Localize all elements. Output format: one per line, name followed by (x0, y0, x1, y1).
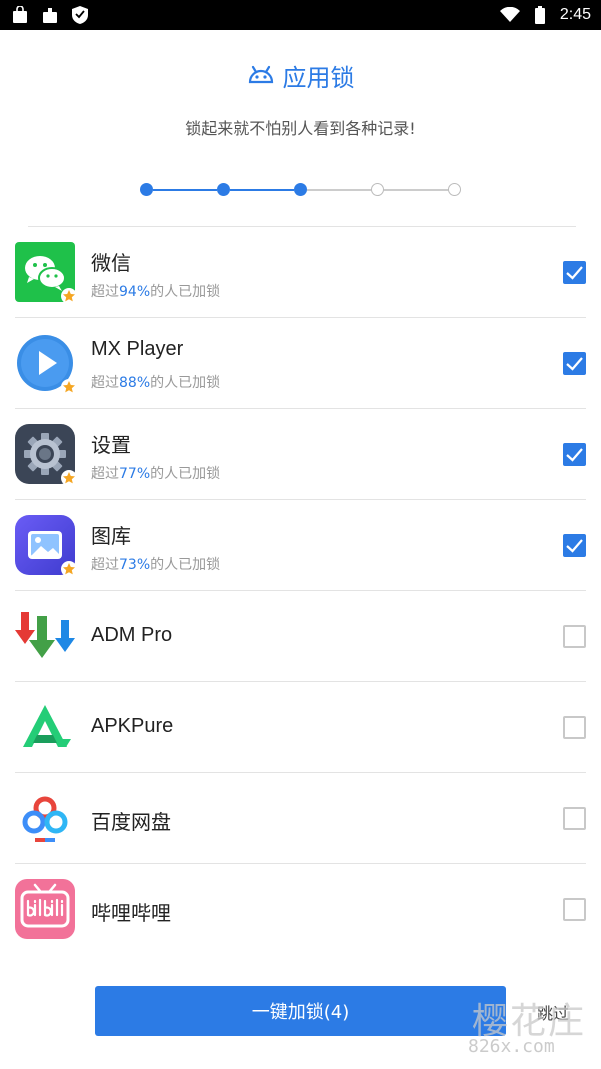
check-icon (566, 357, 583, 371)
status-system: 2:45 (499, 5, 591, 25)
adm-pro-icon (15, 606, 75, 666)
stat-prefix: 超过 (91, 375, 119, 391)
bilibili-icon (15, 879, 75, 939)
star-icon (61, 470, 77, 486)
status-time: 2:45 (559, 6, 591, 23)
step-connector (307, 189, 371, 191)
skip-link[interactable]: 跳过 (537, 1000, 569, 1024)
step-connector (153, 189, 217, 191)
step-connector (230, 189, 294, 191)
lock-checkbox[interactable] (563, 807, 586, 830)
check-icon (566, 539, 583, 553)
stat-prefix: 超过 (91, 284, 119, 300)
stat-percent: 77% (119, 466, 151, 482)
lock-checkbox[interactable] (563, 898, 586, 921)
lock-checkbox[interactable] (563, 261, 586, 284)
android-icon (247, 62, 275, 90)
star-icon (61, 379, 77, 395)
stat-percent: 94% (119, 284, 151, 300)
check-icon (566, 448, 583, 462)
page-subtitle: 锁起来就不怕别人看到各种记录! (185, 119, 416, 138)
watermark-sub: 826x.com (468, 1036, 555, 1057)
title-row: 应用锁 (0, 58, 601, 93)
app-name: MX Player (91, 338, 184, 360)
stat-percent: 73% (119, 557, 151, 573)
page-title: 应用锁 (282, 64, 355, 92)
shopping-bag-icon (10, 5, 30, 25)
step-dot-5 (448, 183, 461, 196)
wechat-icon (15, 242, 77, 304)
stat-suffix: 的人已加锁 (150, 466, 221, 482)
app-row-baidu-netdisk[interactable]: 百度网盘 (15, 773, 586, 864)
gallery-icon (15, 515, 77, 577)
stat-prefix: 超过 (91, 466, 119, 482)
one-click-lock-button[interactable]: 一键加锁(4) (95, 986, 506, 1036)
progress-stepper (140, 182, 461, 198)
app-row-mx-player[interactable]: MX Player 超过88%的人已加锁 (15, 318, 586, 409)
app-lock-stat: 超过94%的人已加锁 (91, 281, 220, 301)
stat-suffix: 的人已加锁 (150, 557, 221, 573)
lock-checkbox[interactable] (563, 443, 586, 466)
app-lock-stat: 超过73%的人已加锁 (91, 554, 220, 574)
header: 应用锁 锁起来就不怕别人看到各种记录! (0, 58, 601, 139)
app-name: ADM Pro (91, 624, 173, 646)
status-bar: 2:45 (0, 0, 601, 30)
status-notifications (10, 5, 90, 25)
app-row-bilibili[interactable]: 哔哩哔哩 (15, 864, 586, 955)
app-name: 设置 (91, 435, 131, 457)
lock-checkbox[interactable] (563, 716, 586, 739)
app-lock-stat: 超过88%的人已加锁 (91, 372, 220, 392)
app-name: 百度网盘 (91, 812, 171, 834)
battery-icon (530, 5, 550, 25)
app-name: 哔哩哔哩 (91, 903, 171, 925)
app-row-wechat[interactable]: 微信 超过94%的人已加锁 (15, 227, 586, 318)
star-icon (61, 288, 77, 304)
app-list: 微信 超过94%的人已加锁 MX Player 超过88%的人已加锁 设置 超过… (15, 227, 586, 955)
stat-suffix: 的人已加锁 (150, 375, 221, 391)
app-row-gallery[interactable]: 图库 超过73%的人已加锁 (15, 500, 586, 591)
step-connector (384, 189, 448, 191)
step-dot-4 (371, 183, 384, 196)
app-name: 图库 (91, 526, 131, 548)
app-name: APKPure (91, 715, 174, 737)
wifi-icon (499, 5, 520, 25)
star-icon (61, 561, 77, 577)
app-row-apkpure[interactable]: APKPure (15, 682, 586, 773)
check-icon (566, 266, 583, 280)
stat-prefix: 超过 (91, 557, 119, 573)
step-dot-3 (294, 183, 307, 196)
app-row-settings[interactable]: 设置 超过77%的人已加锁 (15, 409, 586, 500)
app-name: 微信 (91, 253, 131, 275)
step-dot-1 (140, 183, 153, 196)
store-bag-icon (40, 5, 60, 25)
app-row-adm-pro[interactable]: ADM Pro (15, 591, 586, 682)
apkpure-icon (15, 697, 75, 757)
stat-percent: 88% (119, 375, 151, 391)
app-lock-stat: 超过77%的人已加锁 (91, 463, 220, 483)
mx-player-icon (15, 333, 77, 395)
baidu-netdisk-icon (15, 788, 75, 848)
lock-checkbox[interactable] (563, 534, 586, 557)
settings-gear-icon (15, 424, 77, 486)
stat-suffix: 的人已加锁 (150, 284, 221, 300)
lock-checkbox[interactable] (563, 625, 586, 648)
lock-checkbox[interactable] (563, 352, 586, 375)
step-dot-2 (217, 183, 230, 196)
shield-icon (70, 5, 90, 25)
